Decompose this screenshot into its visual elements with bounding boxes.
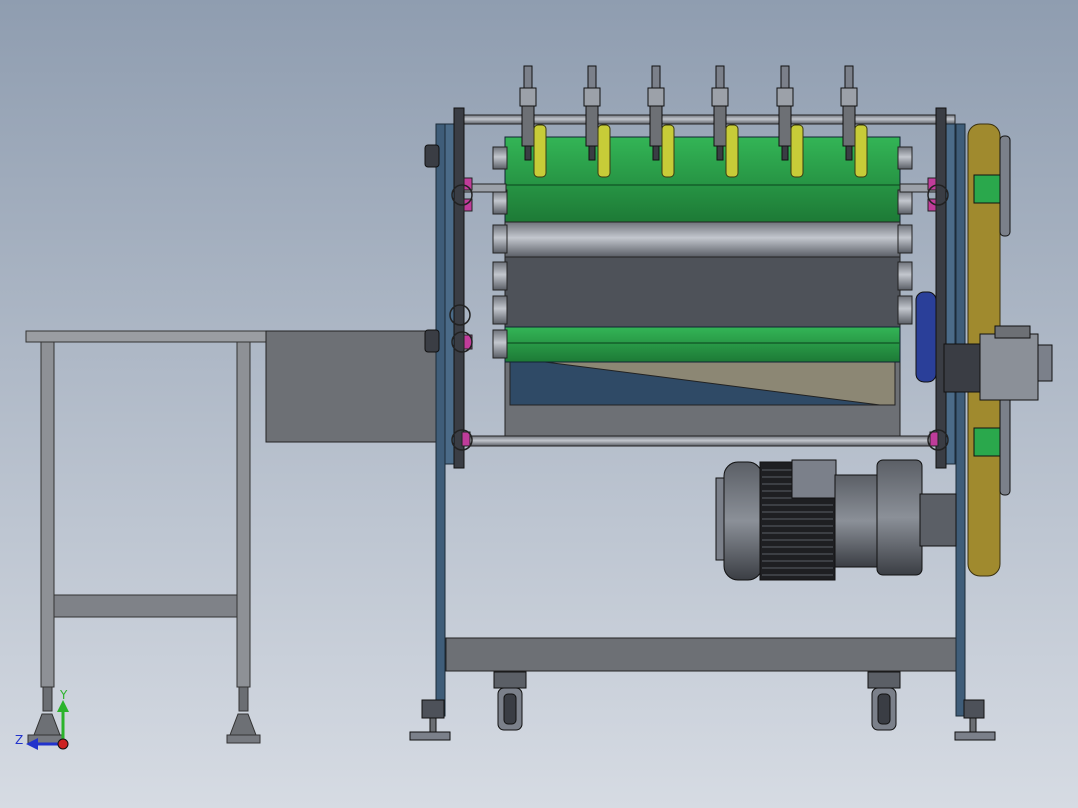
top-belt	[504, 136, 901, 223]
z-axis-label: Z	[15, 733, 23, 747]
machine-drawing: Y Z	[0, 0, 1078, 808]
table-top	[25, 330, 271, 343]
upper-housing	[504, 254, 901, 331]
table-crossbar	[53, 594, 238, 618]
main-electric-motor	[715, 459, 957, 581]
table-leg-left	[40, 341, 55, 688]
tie-rod-lower	[459, 435, 951, 447]
y-axis-label: Y	[59, 688, 68, 702]
caster-right	[867, 671, 901, 731]
base-beam	[445, 637, 963, 672]
infeed-chute	[265, 330, 439, 443]
origin-dot	[57, 738, 69, 750]
caster-left	[493, 671, 527, 731]
table-leg-right	[236, 341, 251, 688]
bottom-belt	[504, 326, 901, 363]
middle-roller	[504, 221, 901, 258]
cad-viewport[interactable]: Y Z	[0, 0, 1078, 808]
